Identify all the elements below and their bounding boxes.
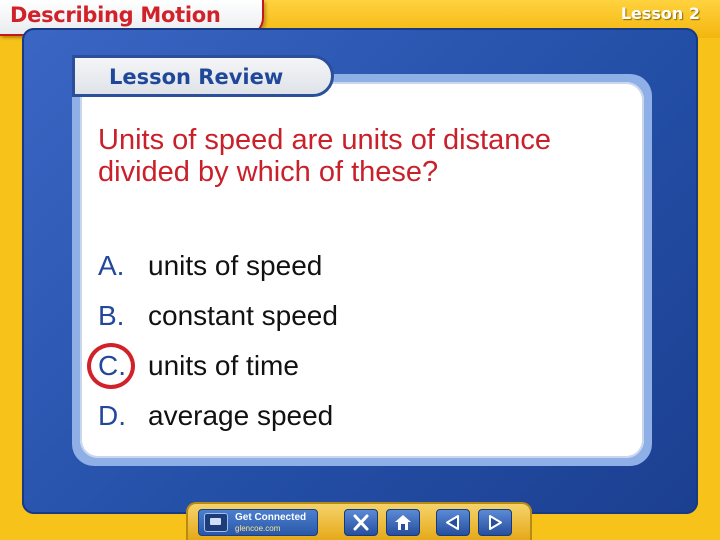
lesson-number: Lesson 2: [620, 4, 700, 23]
home-button[interactable]: [386, 509, 420, 536]
close-icon: [353, 514, 369, 531]
home-icon: [395, 515, 411, 530]
lesson-review-tab: Lesson Review: [72, 55, 334, 97]
answer-text: units of time: [148, 350, 299, 381]
question-text: Units of speed are units of distance div…: [98, 124, 551, 188]
answer-text: constant speed: [148, 300, 338, 331]
answer-text: units of speed: [148, 250, 323, 281]
next-button[interactable]: [478, 509, 512, 536]
site-label: glencoe.com: [235, 524, 281, 533]
lesson-review-label: Lesson Review: [109, 65, 284, 89]
chapter-title: Describing Motion: [10, 3, 221, 27]
previous-button[interactable]: [436, 509, 470, 536]
correct-answer-circle: [87, 343, 135, 389]
answer-letter: D.: [98, 400, 126, 431]
get-connected-label: Get Connected: [235, 512, 307, 523]
answer-letter: A.: [98, 250, 125, 281]
answer-letter: B.: [98, 300, 125, 331]
previous-icon: [446, 515, 459, 530]
close-button[interactable]: [344, 509, 378, 536]
next-icon: [489, 515, 502, 530]
answer-text: average speed: [148, 400, 334, 431]
computer-icon: [204, 513, 228, 532]
get-connected-button[interactable]: Get Connected glencoe.com: [198, 509, 318, 536]
